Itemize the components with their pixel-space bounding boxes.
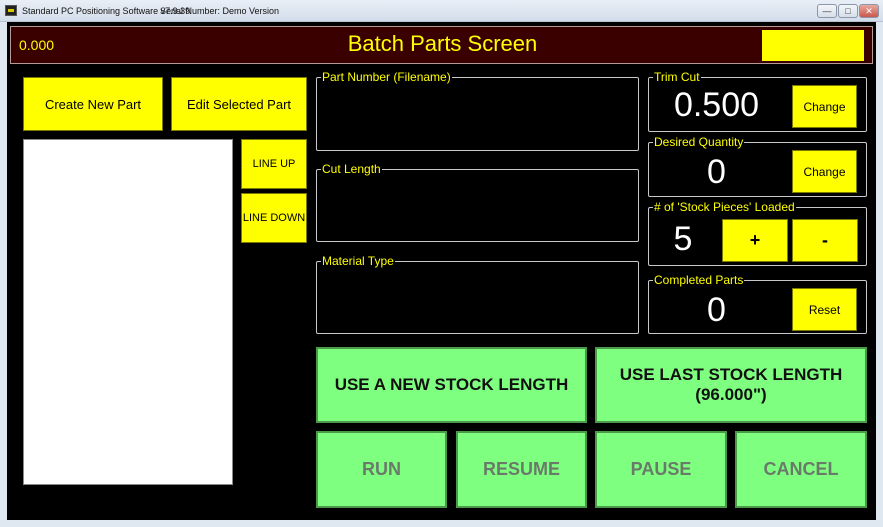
app-icon: [5, 5, 17, 16]
completed-parts-group: Completed Parts 0 Reset: [648, 273, 867, 334]
cut-length-label: Cut Length: [321, 162, 382, 176]
cancel-button[interactable]: CANCEL: [735, 431, 867, 508]
part-number-field[interactable]: Part Number (Filename): [316, 70, 639, 151]
cut-length-field[interactable]: Cut Length: [316, 162, 639, 242]
parts-list[interactable]: [23, 139, 233, 485]
trim-cut-label: Trim Cut: [653, 70, 701, 84]
stock-pieces-value: 5: [673, 220, 693, 258]
completed-parts-value: 0: [707, 291, 726, 329]
stock-pieces-group: # of 'Stock Pieces' Loaded 5 + -: [648, 200, 867, 266]
minimize-button[interactable]: —: [817, 4, 837, 18]
last-stock-label: USE LAST STOCK LENGTH: [619, 365, 843, 384]
material-type-label: Material Type: [321, 254, 395, 268]
screen-title: Batch Parts Screen: [347, 31, 538, 56]
window-titlebar: Standard PC Positioning Software v7.9.39…: [0, 0, 883, 22]
stock-decrement-button[interactable]: -: [792, 219, 858, 262]
close-button[interactable]: ✕: [859, 4, 879, 18]
stock-increment-button[interactable]: +: [722, 219, 788, 262]
line-down-button[interactable]: LINE DOWN: [241, 193, 307, 243]
desired-quantity-change-button[interactable]: Change: [792, 150, 857, 193]
serial-number: Serial Number: Demo Version: [160, 6, 280, 16]
completed-parts-label: Completed Parts: [653, 273, 745, 287]
app-client-area: 0.000 Batch Parts Screen Create New Part…: [7, 22, 876, 520]
status-indicator: [762, 30, 864, 61]
run-button[interactable]: RUN: [316, 431, 447, 508]
material-type-field[interactable]: Material Type: [316, 254, 639, 334]
trim-cut-change-button[interactable]: Change: [792, 85, 857, 128]
header-bar: 0.000 Batch Parts Screen: [10, 26, 873, 64]
line-up-button[interactable]: LINE UP: [241, 139, 307, 189]
part-number-label: Part Number (Filename): [321, 70, 452, 84]
create-new-part-button[interactable]: Create New Part: [23, 77, 163, 131]
trim-cut-value: 0.500: [673, 86, 760, 124]
pause-button[interactable]: PAUSE: [595, 431, 727, 508]
trim-cut-group: Trim Cut 0.500 Change: [648, 70, 867, 132]
desired-quantity-label: Desired Quantity: [653, 135, 745, 149]
desired-quantity-group: Desired Quantity 0 Change: [648, 135, 867, 197]
desired-quantity-value: 0: [707, 153, 726, 191]
use-new-stock-length-button[interactable]: USE A NEW STOCK LENGTH: [316, 347, 587, 423]
maximize-button[interactable]: □: [838, 4, 858, 18]
stock-pieces-label: # of 'Stock Pieces' Loaded: [653, 200, 796, 214]
use-last-stock-length-button[interactable]: USE LAST STOCK LENGTH (96.000"): [595, 347, 867, 423]
completed-parts-reset-button[interactable]: Reset: [792, 288, 857, 331]
edit-selected-part-button[interactable]: Edit Selected Part: [171, 77, 307, 131]
last-stock-length-value: (96.000"): [695, 385, 767, 404]
resume-button[interactable]: RESUME: [456, 431, 587, 508]
